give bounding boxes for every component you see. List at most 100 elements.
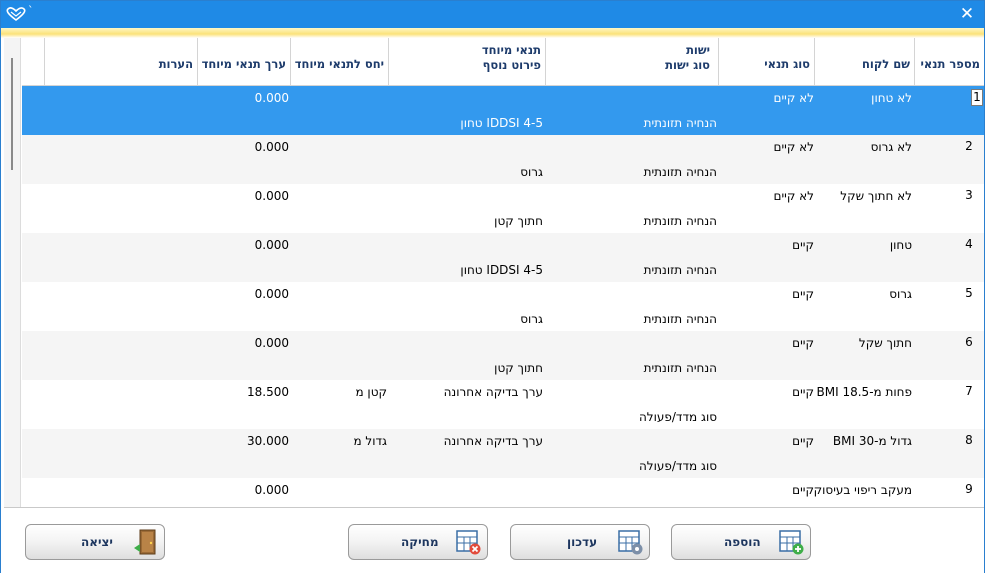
table-row[interactable]: 5 גרוס קיים הנחיה תזונתית גרוס 0.000: [22, 282, 984, 331]
delete-button-label: מחיקה: [401, 535, 439, 549]
cell-special-relation: קטן מ: [355, 385, 387, 399]
cell-special-value: 30.000: [247, 434, 289, 448]
cell-entity-type: הנחיה תזונתית: [643, 263, 717, 277]
cell-condition-id: 4: [965, 237, 973, 251]
header-condition-type-label: סוג תנאי: [764, 57, 810, 71]
cell-condition-type: קיים: [792, 434, 814, 448]
cell-condition-type: קיים: [792, 385, 814, 399]
cell-entity-type: הנחיה תזונתית: [643, 361, 717, 375]
header-special-relation-label: יחס לתנאי מיוחד: [294, 57, 384, 71]
exit-button-label: יציאה: [81, 535, 113, 549]
cell-condition-type: לא קיים: [773, 91, 815, 105]
cell-additional-detail: חתוך קטן: [494, 214, 543, 228]
cell-condition-id: 3: [965, 188, 973, 202]
cell-special-value: 18.500: [247, 385, 289, 399]
table-row[interactable]: 6 חתוך שקל קיים הנחיה תזונתית חתוך קטן 0.000: [22, 331, 984, 380]
edit-record-icon: [618, 530, 643, 555]
cell-customer-name: לא חתוך שקל: [840, 189, 912, 203]
add-button[interactable]: הוספה: [671, 524, 811, 560]
header-spacer: [22, 38, 45, 86]
cell-entity-type: סוג מדד/פעולה: [638, 459, 717, 473]
cell-customer-name: לא טחון: [871, 91, 912, 105]
cell-customer-name: פחות מ-BMI 18.5: [816, 385, 912, 399]
delete-button[interactable]: מחיקה: [348, 524, 488, 560]
exit-button[interactable]: יציאה: [25, 524, 165, 560]
cell-entity-type: הנחיה תזונתית: [643, 312, 717, 326]
table-row[interactable]: 3 לא חתוך שקל לא קיים הנחיה תזונתית חתוך קטן…: [22, 184, 984, 233]
title-bar: ˋ ✕: [1, 1, 984, 28]
header-special-relation[interactable]: יחס לתנאי מיוחד: [291, 38, 389, 86]
update-button[interactable]: עדכון: [510, 524, 650, 560]
window-title: ˋ: [28, 4, 34, 17]
table-row[interactable]: 7 פחות מ-BMI 18.5 קיים סוג מדד/פעולה ערך בדי…: [22, 380, 984, 429]
scrollbar-thumb[interactable]: [11, 58, 13, 170]
add-button-label: הוספה: [724, 535, 761, 549]
cell-special-value: 0.000: [254, 189, 289, 203]
cell-special-relation: גדול מ: [353, 434, 387, 448]
cell-condition-type: קיים: [792, 238, 814, 252]
header-condition-id[interactable]: מספר תנאי: [915, 38, 984, 86]
header-entity-label: ישות: [686, 43, 710, 57]
table-row[interactable]: 8 גדול מ-BMI 30 קיים סוג מדד/פעולה ערך בדיקה…: [22, 429, 984, 478]
add-record-icon: [779, 530, 804, 555]
cell-special-value: 0.000: [254, 336, 289, 350]
update-button-label: עדכון: [567, 535, 598, 549]
cell-additional-detail: IDDSI 4-5 טחון: [460, 116, 543, 130]
header-notes[interactable]: הערות: [45, 38, 198, 86]
cell-customer-name: גדול מ-BMI 30: [832, 434, 912, 448]
cell-entity-type: הנחיה תזונתית: [643, 165, 717, 179]
cell-entity-type: הנחיה תזונתית: [643, 214, 717, 228]
accent-strip: [1, 28, 984, 38]
heart-logo-icon: [6, 7, 26, 22]
header-entity-type-label: סוג ישות: [665, 58, 710, 72]
cell-additional-detail: גרוס: [520, 312, 543, 326]
cell-condition-id: 8: [965, 433, 973, 447]
cell-condition-type: לא קיים: [773, 189, 815, 203]
table-row[interactable]: 1 לא טחון לא קיים הנחיה תזונתית IDDSI 4-5 טח…: [22, 86, 984, 135]
cell-condition-type: קיים: [792, 287, 814, 301]
vertical-scrollbar[interactable]: [4, 38, 21, 507]
cell-condition-id: 1: [971, 89, 983, 106]
cell-customer-name: לא גרוס: [870, 140, 912, 154]
cell-condition-id: 2: [965, 139, 973, 153]
cell-additional-detail: חתוך קטן: [494, 361, 543, 375]
cell-special-value: 0.000: [254, 287, 289, 301]
header-notes-label: הערות: [158, 57, 193, 71]
cell-special-condition: ערך בדיקה אחרונה: [443, 434, 543, 448]
cell-customer-name: מעקב ריפוי בעיסוק: [813, 483, 912, 497]
cell-entity-type: סוג מדד/פעולה: [638, 410, 717, 424]
cell-special-condition: ערך בדיקה אחרונה: [443, 385, 543, 399]
dialog-window: ˋ ✕ הערות ערך תנאי מיוחד יחס לתנאי מיוחד…: [0, 0, 985, 573]
cell-condition-id: 7: [965, 384, 973, 398]
conditions-table: הערות ערך תנאי מיוחד יחס לתנאי מיוחד תנא…: [4, 38, 984, 508]
table-row[interactable]: 4 טחון קיים הנחיה תזונתית IDDSI 4-5 טחון 0.00…: [22, 233, 984, 282]
cell-condition-type: קיים: [792, 336, 814, 350]
header-condition-id-label: מספר תנאי: [920, 57, 980, 71]
cell-special-value: 0.000: [254, 483, 289, 497]
header-special-condition-label: תנאי מיוחד: [481, 43, 541, 57]
table-row[interactable]: 2 לא גרוס לא קיים הנחיה תזונתית גרוס 0.000: [22, 135, 984, 184]
cell-condition-id: 5: [965, 286, 973, 300]
cell-special-value: 0.000: [254, 238, 289, 252]
cell-condition-type: קיים: [792, 483, 814, 497]
header-customer-name-label: שם לקוח: [861, 57, 910, 71]
header-customer-name[interactable]: שם לקוח: [815, 38, 915, 86]
header-special-value-label: ערך תנאי מיוחד: [201, 57, 286, 71]
table-row[interactable]: 9 מעקב ריפוי בעיסוק קיים 0.000: [22, 478, 984, 507]
close-button[interactable]: ✕: [958, 5, 976, 23]
header-additional-detail-label: פירוט נוסף: [482, 58, 541, 72]
cell-customer-name: טחון: [889, 238, 912, 252]
cell-additional-detail: IDDSI 4-5 טחון: [460, 263, 543, 277]
button-bar: הוספה עדכון מחיקה יציאה: [1, 509, 984, 573]
header-special-value[interactable]: ערך תנאי מיוחד: [198, 38, 291, 86]
header-condition-type[interactable]: סוג תנאי: [719, 38, 815, 86]
cell-entity-type: הנחיה תזונתית: [643, 116, 717, 130]
delete-record-icon: [456, 530, 481, 555]
cell-customer-name: גרוס: [889, 287, 912, 301]
header-entity[interactable]: ישות סוג ישות: [546, 38, 719, 86]
header-special-condition[interactable]: תנאי מיוחד פירוט נוסף: [389, 38, 546, 86]
cell-special-value: 0.000: [254, 91, 289, 105]
cell-condition-id: 9: [965, 482, 973, 496]
cell-customer-name: חתוך שקל: [858, 336, 912, 350]
cell-condition-id: 6: [965, 335, 973, 349]
